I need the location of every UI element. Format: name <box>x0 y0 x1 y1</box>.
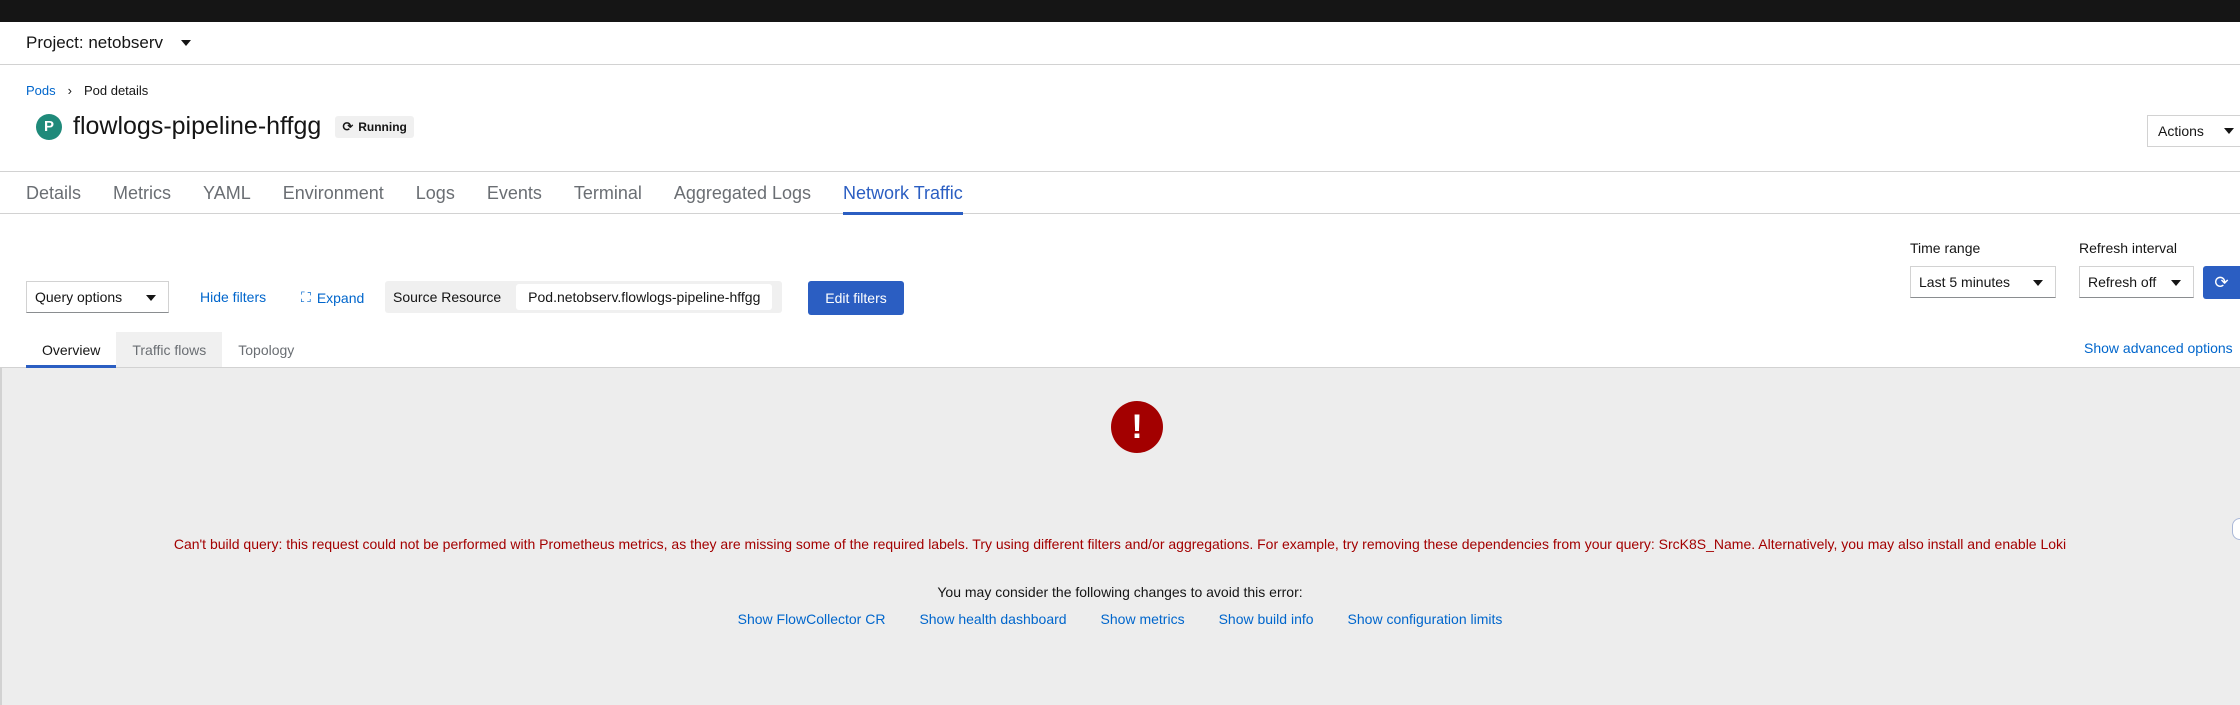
refresh-interval-value: Refresh off <box>2088 274 2157 290</box>
status-label: Running <box>358 119 407 134</box>
filter-group-label: Source Resource <box>393 289 502 305</box>
tab-yaml[interactable]: YAML <box>203 172 251 214</box>
show-advanced-options-link[interactable]: Show advanced options <box>2084 340 2233 356</box>
filter-chip-value: Pod.netobserv.flowlogs-pipeline-hffgg <box>528 289 761 305</box>
caret-down-icon <box>2033 280 2043 286</box>
error-message: Can't build query: this request could no… <box>173 536 2067 552</box>
tab-aggregated-logs[interactable]: Aggregated Logs <box>674 172 811 214</box>
status-badge: ⟳ Running <box>335 115 414 138</box>
chevron-right-icon: › <box>67 83 72 98</box>
caret-down-icon <box>181 40 192 46</box>
side-panel-handle[interactable] <box>2232 518 2240 540</box>
breadcrumb: Pods › Pod details <box>26 83 148 98</box>
time-range-label: Time range <box>1910 240 1981 256</box>
expand-icon: ⛶ <box>301 289 311 305</box>
error-hint: You may consider the following changes t… <box>937 584 1303 600</box>
error-actions: Show FlowCollector CR Show health dashbo… <box>0 611 2240 627</box>
show-flowcollector-cr-link[interactable]: Show FlowCollector CR <box>738 611 886 627</box>
project-label: Project: netobserv <box>26 33 164 52</box>
project-bar: Project: netobserv <box>0 22 2240 65</box>
edit-filters-button[interactable]: Edit filters <box>808 281 904 315</box>
tab-environment[interactable]: Environment <box>283 172 384 214</box>
caret-down-icon <box>2171 280 2181 286</box>
tab-topology[interactable]: Topology <box>222 332 310 367</box>
project-selector[interactable]: Project: netobserv <box>26 33 192 53</box>
query-options-label: Query options <box>35 289 123 305</box>
tab-terminal[interactable]: Terminal <box>574 172 642 214</box>
view-tabs: Overview Traffic flows Topology <box>0 332 2240 368</box>
refresh-icon: ⟳ <box>2214 272 2229 292</box>
refresh-interval-dropdown[interactable]: Refresh off <box>2079 266 2194 298</box>
breadcrumb-current: Pod details <box>83 83 149 98</box>
pod-resource-badge: P <box>36 113 62 140</box>
filter-chip[interactable]: Pod.netobserv.flowlogs-pipeline-hffgg <box>516 284 773 310</box>
exclamation-circle-icon: ! <box>1111 401 1163 453</box>
caret-down-icon <box>2223 128 2234 134</box>
expand-label: Expand <box>316 289 365 306</box>
caret-down-icon <box>146 295 156 301</box>
show-metrics-link[interactable]: Show metrics <box>1101 611 1185 627</box>
expand-button[interactable]: ⛶ Expand <box>301 289 364 306</box>
filter-group: Source Resource Pod.netobserv.flowlogs-p… <box>385 281 782 313</box>
time-range-value: Last 5 minutes <box>1919 274 2011 290</box>
actions-label: Actions <box>2158 123 2204 139</box>
resource-tabs: Details Metrics YAML Environment Logs Ev… <box>0 171 2240 215</box>
refresh-button[interactable]: ⟳ <box>2203 266 2240 299</box>
tab-events[interactable]: Events <box>487 172 542 214</box>
tab-metrics[interactable]: Metrics <box>113 172 171 214</box>
tab-overview[interactable]: Overview <box>26 332 117 368</box>
time-range-dropdown[interactable]: Last 5 minutes <box>1910 266 2056 298</box>
show-build-info-link[interactable]: Show build info <box>1219 611 1314 627</box>
masthead <box>0 0 2240 22</box>
tab-traffic-flows[interactable]: Traffic flows <box>116 332 223 367</box>
title-row: P flowlogs-pipeline-hffgg ⟳ Running <box>36 112 414 141</box>
sync-icon: ⟳ <box>342 118 354 134</box>
query-options-dropdown[interactable]: Query options <box>26 281 169 313</box>
show-configuration-limits-link[interactable]: Show configuration limits <box>1348 611 1503 627</box>
actions-dropdown[interactable]: Actions <box>2147 115 2240 147</box>
refresh-interval-label: Refresh interval <box>2079 240 2178 256</box>
hide-filters-button[interactable]: Hide filters <box>200 289 266 305</box>
tab-logs[interactable]: Logs <box>416 172 455 214</box>
show-health-dashboard-link[interactable]: Show health dashboard <box>919 611 1066 627</box>
tab-network-traffic[interactable]: Network Traffic <box>843 172 963 215</box>
breadcrumb-pods-link[interactable]: Pods <box>26 83 56 98</box>
page-title: flowlogs-pipeline-hffgg <box>73 112 322 140</box>
tab-details[interactable]: Details <box>26 172 81 214</box>
